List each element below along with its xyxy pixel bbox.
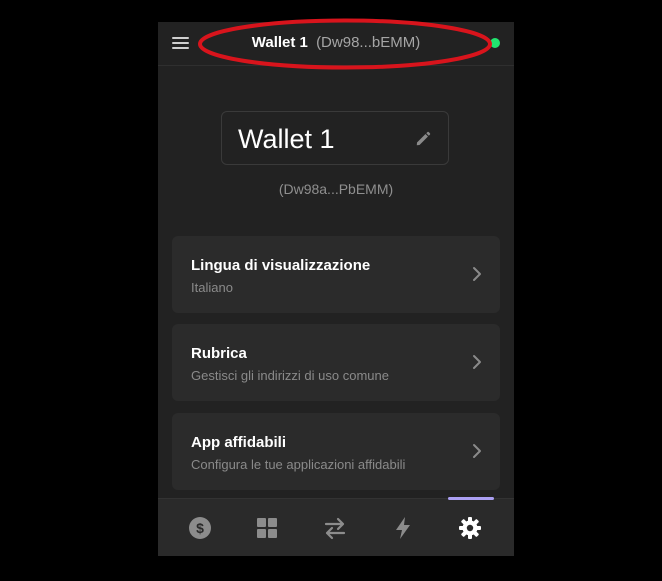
- wallet-name-box: Wallet 1: [221, 111, 449, 165]
- tab-activity[interactable]: [369, 499, 437, 556]
- setting-title: App affidabili: [191, 434, 286, 451]
- connection-status-dot: [490, 38, 500, 48]
- collectibles-grid-icon: [257, 518, 277, 538]
- pencil-icon[interactable]: [414, 130, 432, 148]
- tab-swap[interactable]: [301, 499, 369, 556]
- setting-title: Rubrica: [191, 345, 247, 362]
- setting-subtitle: Gestisci gli indirizzi di uso comune: [191, 368, 389, 383]
- chevron-right-icon: [473, 444, 481, 458]
- chevron-right-icon: [473, 267, 481, 281]
- setting-trusted-apps[interactable]: App affidabili Configura le tue applicaz…: [172, 413, 500, 490]
- setting-display-language[interactable]: Lingua di visualizzazione Italiano: [172, 236, 500, 313]
- active-tab-indicator: [448, 497, 494, 500]
- swap-arrows-icon: [324, 517, 346, 540]
- header-wallet-address: (Dw98...bEMM): [316, 34, 421, 51]
- dollar-coin-icon: $: [189, 517, 211, 539]
- setting-address-book[interactable]: Rubrica Gestisci gli indirizzi di uso co…: [172, 324, 500, 401]
- header-wallet-name: Wallet 1: [251, 34, 308, 51]
- activity-bolt-icon: [396, 517, 410, 539]
- tab-settings[interactable]: [436, 499, 504, 556]
- chevron-right-icon: [473, 355, 481, 369]
- header-bar: Wallet 1 (Dw98...bEMM): [158, 22, 514, 66]
- settings-gear-icon: [459, 517, 481, 539]
- header-wallet-selector[interactable]: Wallet 1 (Dw98...bEMM): [158, 34, 514, 52]
- tab-wallet[interactable]: $: [166, 499, 234, 556]
- setting-subtitle: Italiano: [191, 280, 233, 295]
- bottom-navigation: $: [158, 498, 514, 556]
- wallet-address: (Dw98a...PbEMM): [278, 181, 394, 197]
- wallet-name: Wallet 1: [238, 124, 335, 154]
- wallet-panel: Wallet 1 (Dw98...bEMM) Wallet 1 (Dw98a..…: [158, 22, 514, 556]
- setting-title: Lingua di visualizzazione: [191, 257, 371, 274]
- setting-subtitle: Configura le tue applicazioni affidabili: [191, 457, 406, 472]
- tab-collectibles[interactable]: [233, 499, 301, 556]
- svg-text:$: $: [196, 520, 204, 536]
